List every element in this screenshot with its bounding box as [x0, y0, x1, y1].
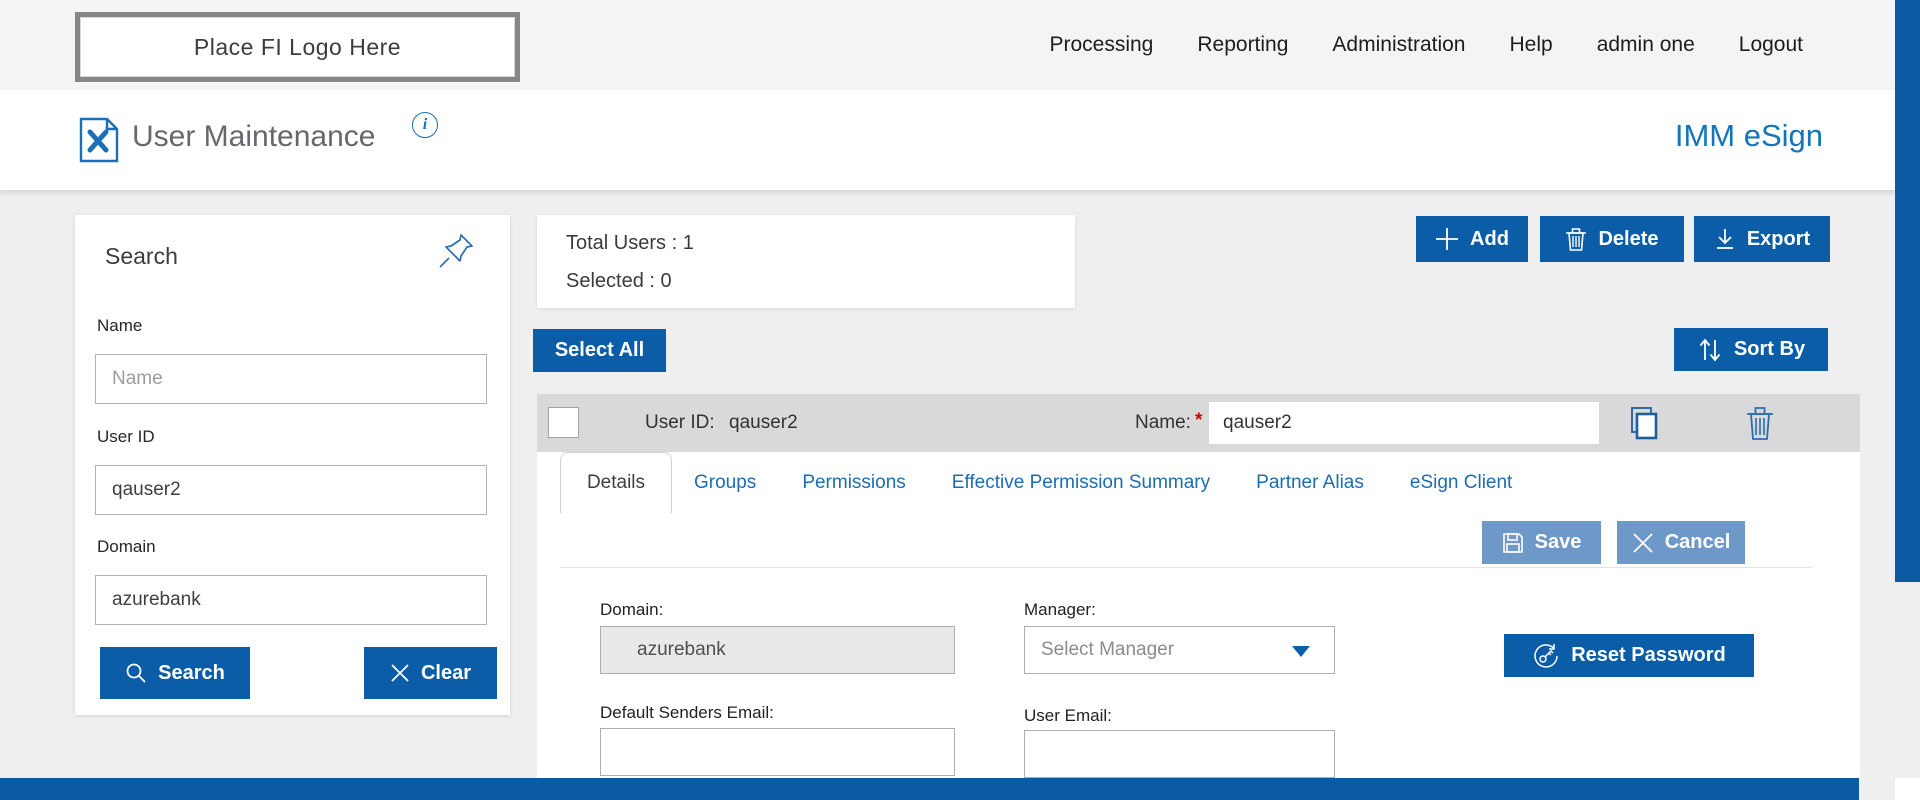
- user-details-panel: Details Groups Permissions Effective Per…: [537, 452, 1860, 778]
- nav-links: Processing Reporting Administration Help…: [1049, 0, 1803, 90]
- manager-select-value: Select Manager: [1041, 639, 1174, 661]
- footer-corner: [1895, 778, 1920, 800]
- reset-password-button[interactable]: Reset Password: [1504, 634, 1754, 677]
- summary-box: Total Users : 1 Selected : 0: [537, 215, 1075, 308]
- manager-select[interactable]: Select Manager: [1024, 626, 1335, 674]
- row-trash-icon[interactable]: [1743, 404, 1777, 442]
- default-senders-email-label: Default Senders Email:: [600, 703, 774, 723]
- search-panel: Search Name User ID Domain Search Clear: [75, 215, 510, 715]
- total-users-line: Total Users : 1: [566, 232, 694, 255]
- select-all-button[interactable]: Select All: [533, 329, 666, 372]
- default-senders-email-input[interactable]: [600, 728, 955, 776]
- user-id-value: qauser2: [729, 412, 798, 434]
- right-accent-bar: [1895, 0, 1920, 582]
- selected-value: 0: [661, 270, 672, 292]
- download-icon: [1714, 227, 1736, 251]
- save-button[interactable]: Save: [1482, 521, 1601, 564]
- name-label: Name: [97, 316, 142, 336]
- user-maintenance-icon: [78, 117, 120, 163]
- save-icon: [1502, 532, 1524, 554]
- form-domain-label: Domain:: [600, 600, 663, 620]
- page-header: User Maintenance i IMM eSign: [0, 90, 1920, 190]
- form-manager-label: Manager:: [1024, 600, 1096, 620]
- tab-groups[interactable]: Groups: [694, 472, 756, 494]
- fi-logo-placeholder: Place FI Logo Here: [75, 12, 520, 82]
- search-panel-title: Search: [105, 243, 178, 270]
- selected-line: Selected : 0: [566, 270, 672, 293]
- plus-icon: [1435, 227, 1459, 251]
- brand-logo-text: IMM eSign: [1675, 118, 1823, 154]
- section-divider: [560, 567, 1812, 568]
- info-icon[interactable]: i: [412, 112, 438, 138]
- nav-item-admin-one[interactable]: admin one: [1597, 33, 1695, 57]
- trash-icon: [1565, 226, 1587, 252]
- nav-item-logout[interactable]: Logout: [1739, 33, 1803, 57]
- search-button-label: Search: [158, 662, 225, 685]
- x-icon: [390, 663, 410, 683]
- search-name-input[interactable]: [95, 354, 487, 404]
- selected-label: Selected :: [566, 270, 655, 292]
- tab-permissions[interactable]: Permissions: [802, 472, 905, 494]
- required-marker: *: [1195, 410, 1202, 432]
- tab-esign-client[interactable]: eSign Client: [1410, 472, 1512, 494]
- user-email-input[interactable]: [1024, 730, 1335, 778]
- sort-by-button[interactable]: Sort By: [1674, 328, 1828, 371]
- reset-password-label: Reset Password: [1571, 644, 1726, 667]
- cancel-x-icon: [1632, 532, 1654, 554]
- user-id-field-label: User ID:: [645, 412, 715, 434]
- user-row-header: User ID: qauser2 Name: *: [537, 394, 1860, 452]
- cancel-button-label: Cancel: [1665, 531, 1731, 554]
- delete-button[interactable]: Delete: [1540, 216, 1684, 262]
- chevron-down-icon: [1292, 646, 1310, 657]
- total-users-label: Total Users :: [566, 232, 677, 254]
- nav-item-administration[interactable]: Administration: [1332, 33, 1465, 57]
- search-icon: [125, 662, 147, 684]
- export-button-label: Export: [1747, 228, 1810, 251]
- clear-button[interactable]: Clear: [364, 647, 497, 699]
- user-id-label: User ID: [97, 427, 155, 447]
- tab-partner-alias[interactable]: Partner Alias: [1256, 472, 1364, 494]
- fi-logo-text: Place FI Logo Here: [80, 17, 515, 77]
- cancel-button[interactable]: Cancel: [1617, 521, 1745, 564]
- copy-icon[interactable]: [1625, 405, 1661, 441]
- search-user-id-input[interactable]: [95, 465, 487, 515]
- tab-details[interactable]: Details: [560, 452, 672, 513]
- search-button[interactable]: Search: [100, 647, 250, 699]
- add-button[interactable]: Add: [1416, 216, 1528, 262]
- sort-arrows-icon: [1697, 337, 1723, 363]
- top-nav-bar: Place FI Logo Here Processing Reporting …: [0, 0, 1920, 90]
- nav-item-processing[interactable]: Processing: [1049, 33, 1153, 57]
- export-button[interactable]: Export: [1694, 216, 1830, 262]
- nav-item-help[interactable]: Help: [1509, 33, 1552, 57]
- name-field-label: Name:: [1135, 412, 1191, 434]
- pin-icon[interactable]: [436, 231, 476, 271]
- select-all-label: Select All: [555, 339, 644, 362]
- domain-label: Domain: [97, 537, 156, 557]
- tab-effective-permission-summary[interactable]: Effective Permission Summary: [952, 472, 1210, 494]
- delete-button-label: Delete: [1598, 228, 1658, 251]
- save-button-label: Save: [1535, 531, 1582, 554]
- clear-button-label: Clear: [421, 662, 471, 685]
- user-row-checkbox[interactable]: [548, 407, 579, 438]
- form-domain-input: [600, 626, 955, 674]
- add-button-label: Add: [1470, 228, 1509, 251]
- user-name-input[interactable]: [1209, 402, 1599, 444]
- search-domain-input[interactable]: [95, 575, 487, 625]
- total-users-value: 1: [683, 232, 694, 254]
- reset-password-key-icon: [1532, 642, 1560, 670]
- footer-accent-bar: [0, 778, 1859, 800]
- user-email-label: User Email:: [1024, 706, 1112, 726]
- tab-links: Groups Permissions Effective Permission …: [694, 452, 1512, 513]
- sort-by-label: Sort By: [1734, 338, 1805, 361]
- page-title: User Maintenance: [132, 120, 375, 154]
- nav-item-reporting[interactable]: Reporting: [1197, 33, 1288, 57]
